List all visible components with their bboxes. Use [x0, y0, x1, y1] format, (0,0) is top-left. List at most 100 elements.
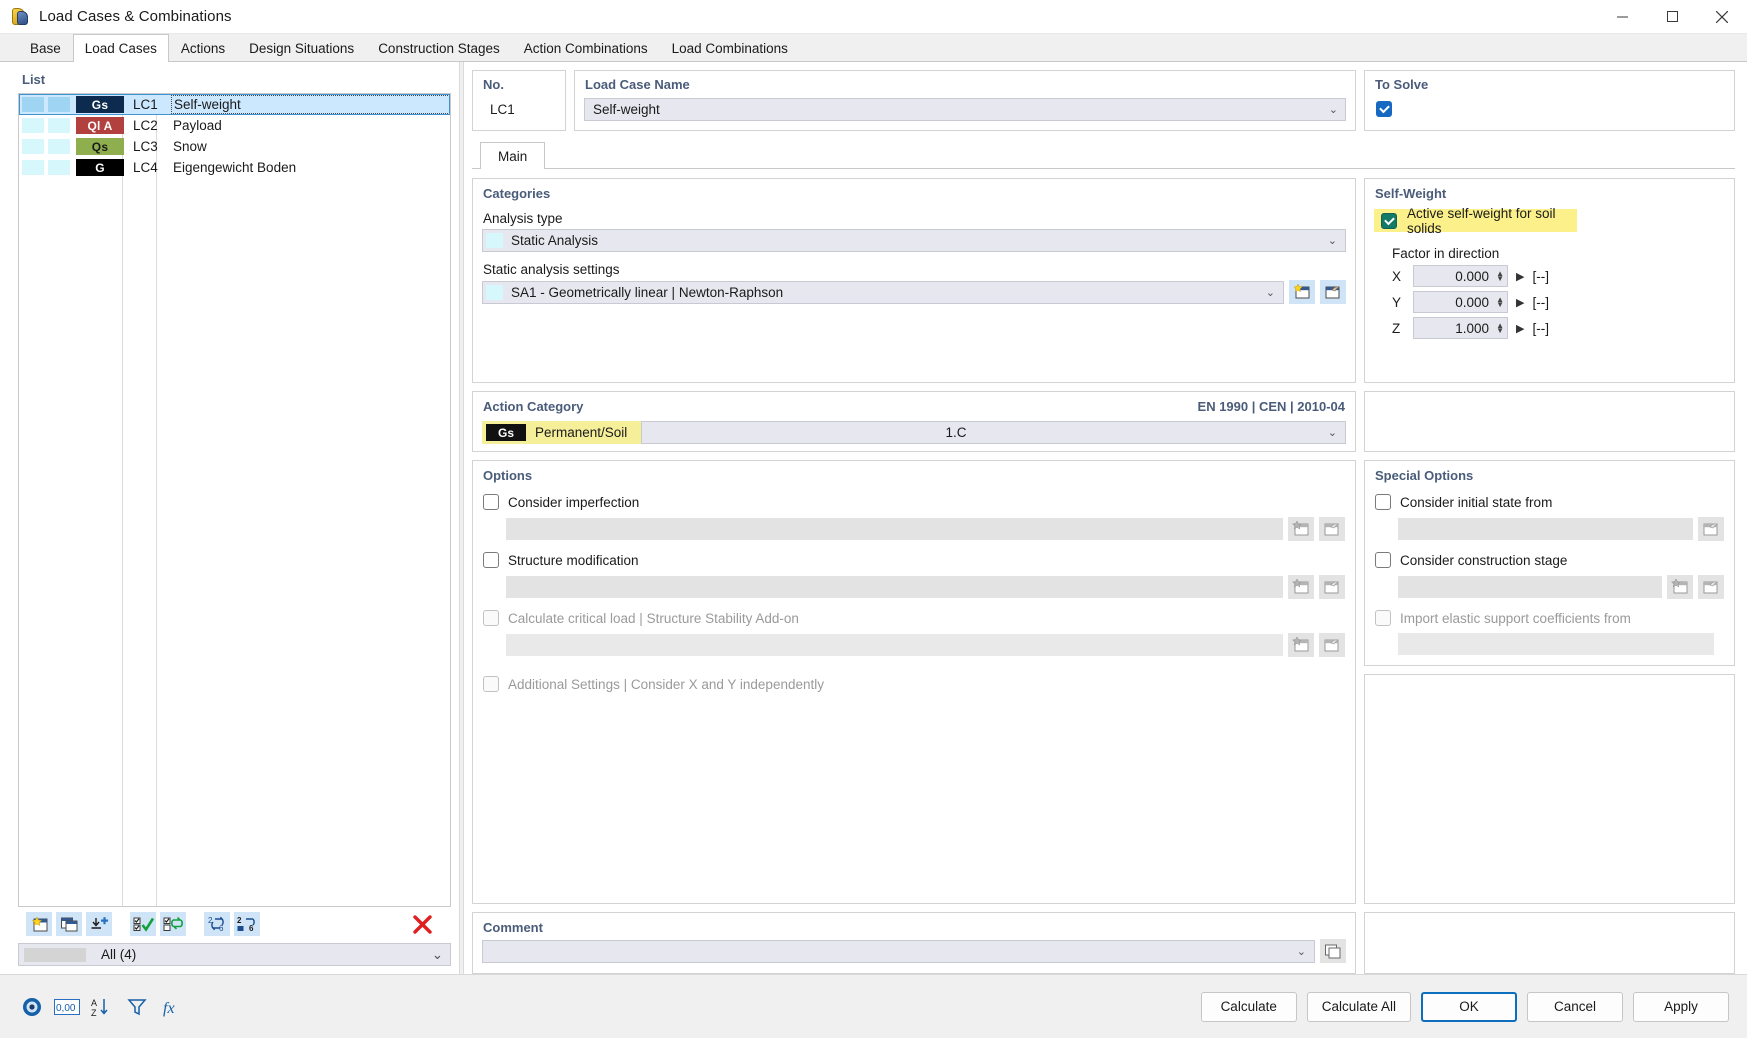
footer-buttons: Calculate Calculate All OK Cancel Apply [1200, 991, 1729, 1022]
option-label: Consider imperfection [508, 494, 640, 510]
consider-initial-state-checkbox[interactable] [1375, 494, 1391, 510]
tab-load-cases[interactable]: Load Cases [72, 34, 169, 62]
active-self-weight-row[interactable]: Active self-weight for soil solids [1374, 206, 1577, 236]
load-case-number: LC4 [133, 160, 158, 175]
copy-load-case-icon[interactable] [56, 912, 82, 936]
new-structure-modification-icon[interactable] [1288, 575, 1314, 599]
color-swatch-b [48, 97, 70, 112]
load-case-name[interactable]: Eigengewicht Boden [173, 160, 450, 175]
option-body [1398, 633, 1714, 655]
load-case-name[interactable]: Snow [173, 139, 450, 154]
comment-title: Comment [473, 913, 1355, 935]
filter-icon[interactable] [123, 994, 151, 1020]
analysis-type-dropdown[interactable]: Static Analysis ⌄ [482, 229, 1346, 252]
calculate-all-button[interactable]: Calculate All [1306, 991, 1411, 1022]
load-case-name-input[interactable]: Self-weight ⌄ [584, 98, 1346, 121]
new-imperfection-icon[interactable] [1288, 517, 1314, 541]
select-all-icon[interactable] [130, 912, 156, 936]
tab-construction-stages[interactable]: Construction Stages [366, 34, 512, 61]
factor-x-spinner[interactable]: 0.000 ▲ ▼ [1413, 265, 1508, 287]
option-body [1398, 575, 1724, 599]
units-icon[interactable]: 0,00 [53, 994, 81, 1020]
tab-design-situations[interactable]: Design Situations [237, 34, 366, 61]
spinner-arrows-icon[interactable]: ▲ ▼ [1496, 270, 1504, 283]
renumber-icon[interactable]: 2 6 [204, 912, 230, 936]
active-self-weight-checkbox[interactable] [1381, 212, 1397, 229]
option-body [506, 633, 1345, 657]
close-icon[interactable] [1697, 0, 1747, 34]
new-static-settings-icon[interactable] [1289, 280, 1315, 304]
factor-z-spinner[interactable]: 1.000 ▲ ▼ [1413, 317, 1508, 339]
comment-group: Comment ⌄ [472, 912, 1356, 974]
consider-initial-state-input[interactable] [1398, 518, 1693, 540]
apply-button[interactable]: Apply [1633, 991, 1729, 1022]
svg-text:Z: Z [91, 1008, 97, 1017]
comment-library-icon[interactable] [1320, 939, 1346, 963]
list-filter-dropdown[interactable]: All (4) ⌄ [18, 943, 451, 966]
option-header: Consider initial state from [1375, 494, 1724, 510]
calculate-button[interactable]: Calculate [1200, 991, 1297, 1022]
option-header: Calculate critical load | Structure Stab… [483, 610, 1345, 626]
consider-construction-stage-input[interactable] [1398, 576, 1662, 598]
sort-table-icon[interactable]: A Z [88, 994, 116, 1020]
edit-static-settings-icon[interactable] [1320, 280, 1346, 304]
special-options-title-text: Special Options [1375, 468, 1474, 483]
list-item[interactable]: G LC4 Eigengewicht Boden [19, 157, 450, 178]
edit-initial-state-icon[interactable] [1698, 517, 1724, 541]
list-item[interactable]: Ql A LC2 Payload [19, 115, 450, 136]
comment-input[interactable]: ⌄ [482, 939, 1315, 963]
color-swatch-a [22, 118, 44, 133]
maximize-icon[interactable] [1647, 0, 1697, 34]
help-icon[interactable] [18, 994, 46, 1020]
action-category-dropdown[interactable]: 1.C ⌄ [641, 421, 1346, 444]
tab-base[interactable]: Base [18, 34, 73, 61]
no-value[interactable]: LC1 [482, 98, 556, 121]
formula-icon[interactable]: fx [158, 994, 186, 1020]
edit-imperfection-icon[interactable] [1319, 517, 1345, 541]
spinner-arrows-icon[interactable]: ▲ ▼ [1496, 296, 1504, 309]
factor-y-spinner[interactable]: 0.000 ▲ ▼ [1413, 291, 1508, 313]
option-calculate-critical-load: Calculate critical load | Structure Stab… [483, 610, 1345, 657]
color-swatch-b [48, 139, 70, 154]
consider-imperfection-input[interactable] [506, 518, 1283, 540]
list-item[interactable]: Qs LC3 Snow [19, 136, 450, 157]
sort-icon[interactable]: 2 6 [234, 912, 260, 936]
special-options-title: Special Options [1365, 461, 1734, 483]
structure-modification-checkbox[interactable] [483, 552, 499, 568]
tab-main[interactable]: Main [480, 142, 546, 169]
list-item[interactable]: Gs LC1 Self-weight [19, 94, 450, 115]
tab-actions[interactable]: Actions [169, 34, 237, 61]
active-self-weight-label: Active self-weight for soil solids [1407, 205, 1556, 236]
delete-icon[interactable] [409, 912, 435, 936]
minimize-icon[interactable] [1597, 0, 1647, 34]
option-structure-modification: Structure modification [483, 552, 1345, 599]
new-load-case-icon[interactable] [26, 912, 52, 936]
factor-x-play-icon[interactable]: ▶ [1516, 270, 1524, 283]
consider-construction-stage-checkbox[interactable] [1375, 552, 1391, 568]
invert-selection-icon[interactable] [160, 912, 186, 936]
static-settings-dropdown[interactable]: SA1 - Geometrically linear | Newton-Raph… [482, 280, 1284, 304]
factor-z-play-icon[interactable]: ▶ [1516, 322, 1524, 335]
cancel-button[interactable]: Cancel [1527, 991, 1623, 1022]
ok-button[interactable]: OK [1421, 991, 1517, 1022]
tab-action-combinations[interactable]: Action Combinations [512, 34, 660, 61]
analysis-type-label: Analysis type [483, 211, 563, 226]
consider-imperfection-checkbox[interactable] [483, 494, 499, 510]
import-load-case-icon[interactable] [86, 912, 112, 936]
option-body [506, 517, 1345, 541]
load-case-list[interactable]: Gs LC1 Self-weight Ql A LC2 Payload Qs L… [18, 93, 451, 907]
action-category-selected[interactable]: Gs Permanent/Soil [482, 421, 641, 444]
new-construction-stage-icon[interactable] [1667, 575, 1693, 599]
edit-structure-modification-icon[interactable] [1319, 575, 1345, 599]
tab-load-combinations[interactable]: Load Combinations [660, 34, 800, 61]
chevron-down-icon: ⌄ [1327, 235, 1337, 247]
title-bar: Load Cases & Combinations [0, 0, 1747, 34]
to-solve-checkbox[interactable] [1376, 101, 1392, 117]
option-label: Consider initial state from [1400, 494, 1553, 510]
factor-y-play-icon[interactable]: ▶ [1516, 296, 1524, 309]
load-case-name[interactable]: Self-weight [171, 95, 450, 114]
spinner-arrows-icon[interactable]: ▲ ▼ [1496, 322, 1504, 335]
edit-construction-stage-icon[interactable] [1698, 575, 1724, 599]
load-case-name[interactable]: Payload [173, 118, 450, 133]
structure-modification-input[interactable] [506, 576, 1283, 598]
